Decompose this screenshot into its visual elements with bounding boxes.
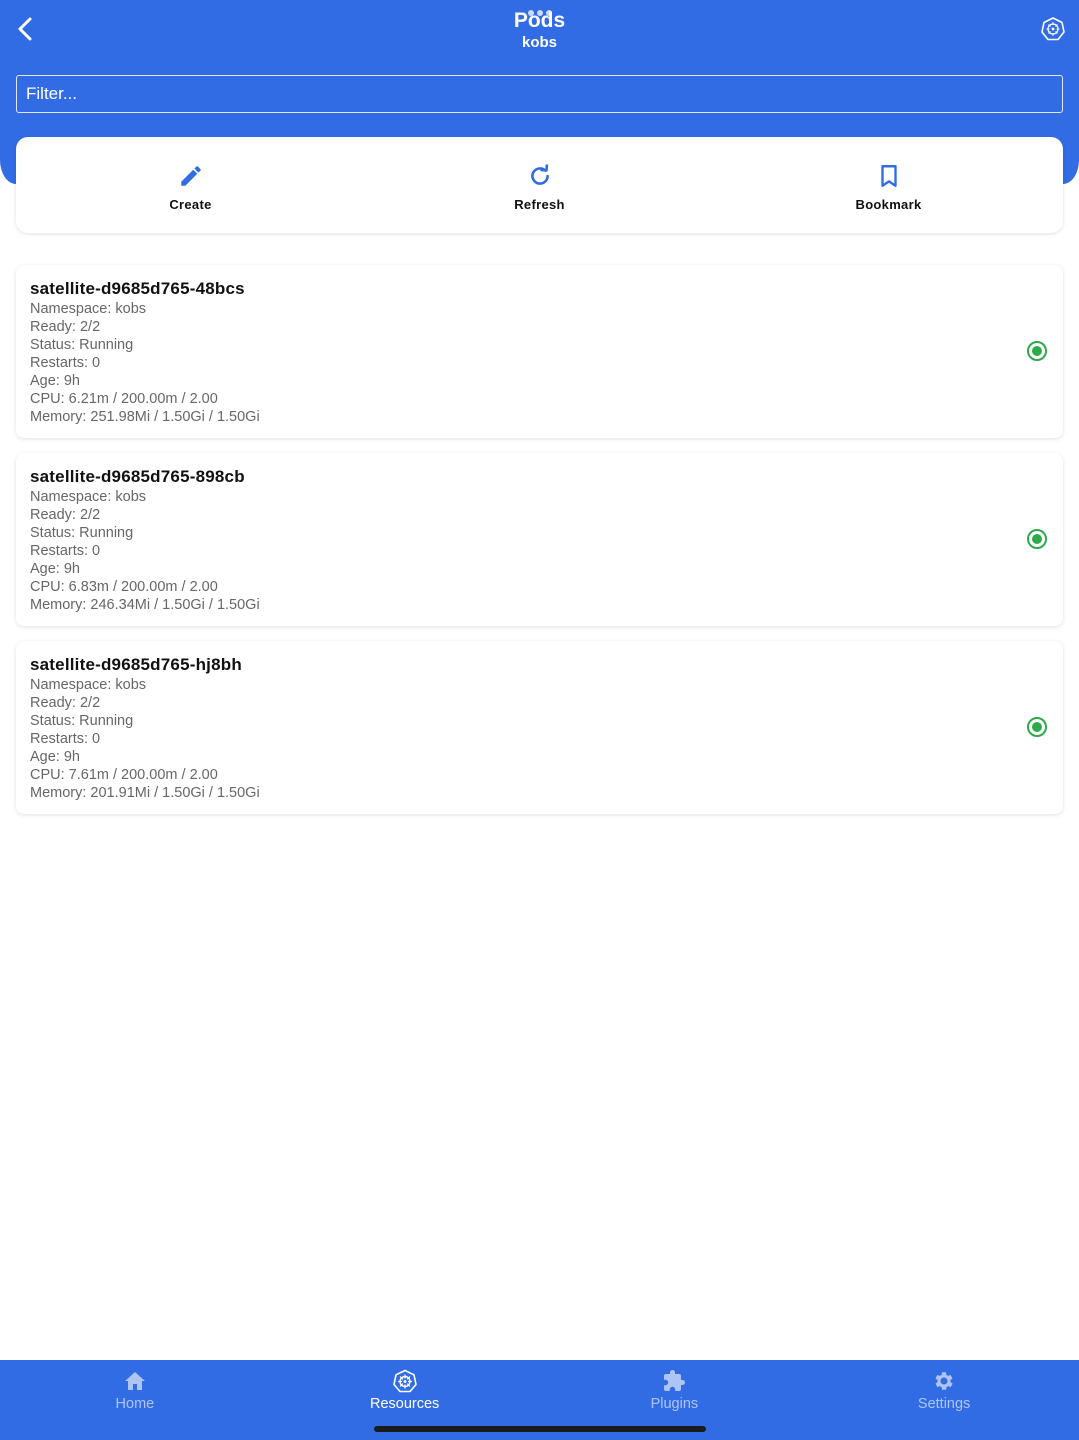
pod-age: Age: 9h (30, 561, 80, 577)
pod-memory: Memory: 246.34Mi / 1.50Gi / 1.50Gi (30, 597, 260, 613)
tab-settings[interactable]: Settings (809, 1360, 1079, 1440)
pod-restarts: Restarts: 0 (30, 355, 101, 371)
pod-memory: Memory: 251.98Mi / 1.50Gi / 1.50Gi (30, 409, 260, 425)
pod-age: Age: 9h (30, 749, 80, 765)
tab-plugins-label: Plugins (650, 1396, 699, 1412)
pod-restarts: Restarts: 0 (30, 731, 101, 747)
refresh-icon (530, 163, 549, 185)
create-label: Create (169, 196, 212, 212)
kubernetes-cluster-icon (1041, 17, 1065, 41)
bookmark-label: Bookmark (855, 196, 922, 212)
pod-namespace: Namespace: kobs (30, 677, 147, 693)
bookmark-button[interactable]: Bookmark (714, 137, 1063, 233)
pod-memory: Memory: 201.91Mi / 1.50Gi / 1.50Gi (30, 785, 260, 801)
home-indicator[interactable] (374, 1426, 706, 1432)
home-icon (124, 1372, 145, 1390)
pod-age: Age: 9h (30, 373, 80, 389)
bookmark-icon (880, 164, 897, 187)
pod-namespace: Namespace: kobs (30, 301, 147, 317)
gear-icon (935, 1372, 953, 1390)
tab-home[interactable]: Home (0, 1360, 270, 1440)
pod-ready: Ready: 2/2 (30, 507, 101, 523)
tab-home-label: Home (115, 1396, 155, 1412)
running-status-icon (1027, 529, 1047, 549)
pod-status: Status: Running (30, 337, 134, 353)
pod-cpu: CPU: 7.61m / 200.00m / 2.00 (30, 767, 218, 783)
puzzle-icon (664, 1370, 686, 1391)
actions-card: Create Refresh Bookmark (16, 137, 1063, 233)
pod-name: satellite-d9685d765-898cb (30, 467, 245, 486)
create-button[interactable]: Create (16, 137, 365, 233)
tab-resources-label: Resources (369, 1396, 440, 1412)
refresh-label: Refresh (514, 196, 565, 212)
pod-ready: Ready: 2/2 (30, 695, 101, 711)
pod-restarts: Restarts: 0 (30, 543, 101, 559)
pod-cpu: CPU: 6.21m / 200.00m / 2.00 (30, 391, 218, 407)
pod-card[interactable]: satellite-d9685d765-898cb Namespace: kob… (16, 453, 1063, 626)
pod-name: satellite-d9685d765-48bcs (30, 279, 245, 298)
pod-list: satellite-d9685d765-48bcs Namespace: kob… (16, 265, 1063, 829)
refresh-button[interactable]: Refresh (365, 137, 714, 233)
pod-namespace: Namespace: kobs (30, 489, 147, 505)
page-title: Pods (513, 9, 566, 32)
pod-ready: Ready: 2/2 (30, 319, 101, 335)
running-status-icon (1027, 717, 1047, 737)
pencil-icon (180, 165, 201, 186)
page-header-title: Pods kobs (0, 8, 1079, 52)
cluster-button[interactable] (1040, 16, 1066, 42)
page-subtitle: kobs (521, 34, 557, 51)
pod-status: Status: Running (30, 713, 134, 729)
pod-cpu: CPU: 6.83m / 200.00m / 2.00 (30, 579, 218, 595)
pod-status: Status: Running (30, 525, 134, 541)
pod-card[interactable]: satellite-d9685d765-hj8bh Namespace: kob… (16, 641, 1063, 814)
pod-name: satellite-d9685d765-hj8bh (30, 655, 242, 674)
running-status-icon (1027, 341, 1047, 361)
kubernetes-wheel-icon (392, 1369, 417, 1393)
pod-card[interactable]: satellite-d9685d765-48bcs Namespace: kob… (16, 265, 1063, 438)
filter-input[interactable] (16, 75, 1063, 113)
tab-settings-label: Settings (917, 1396, 971, 1412)
